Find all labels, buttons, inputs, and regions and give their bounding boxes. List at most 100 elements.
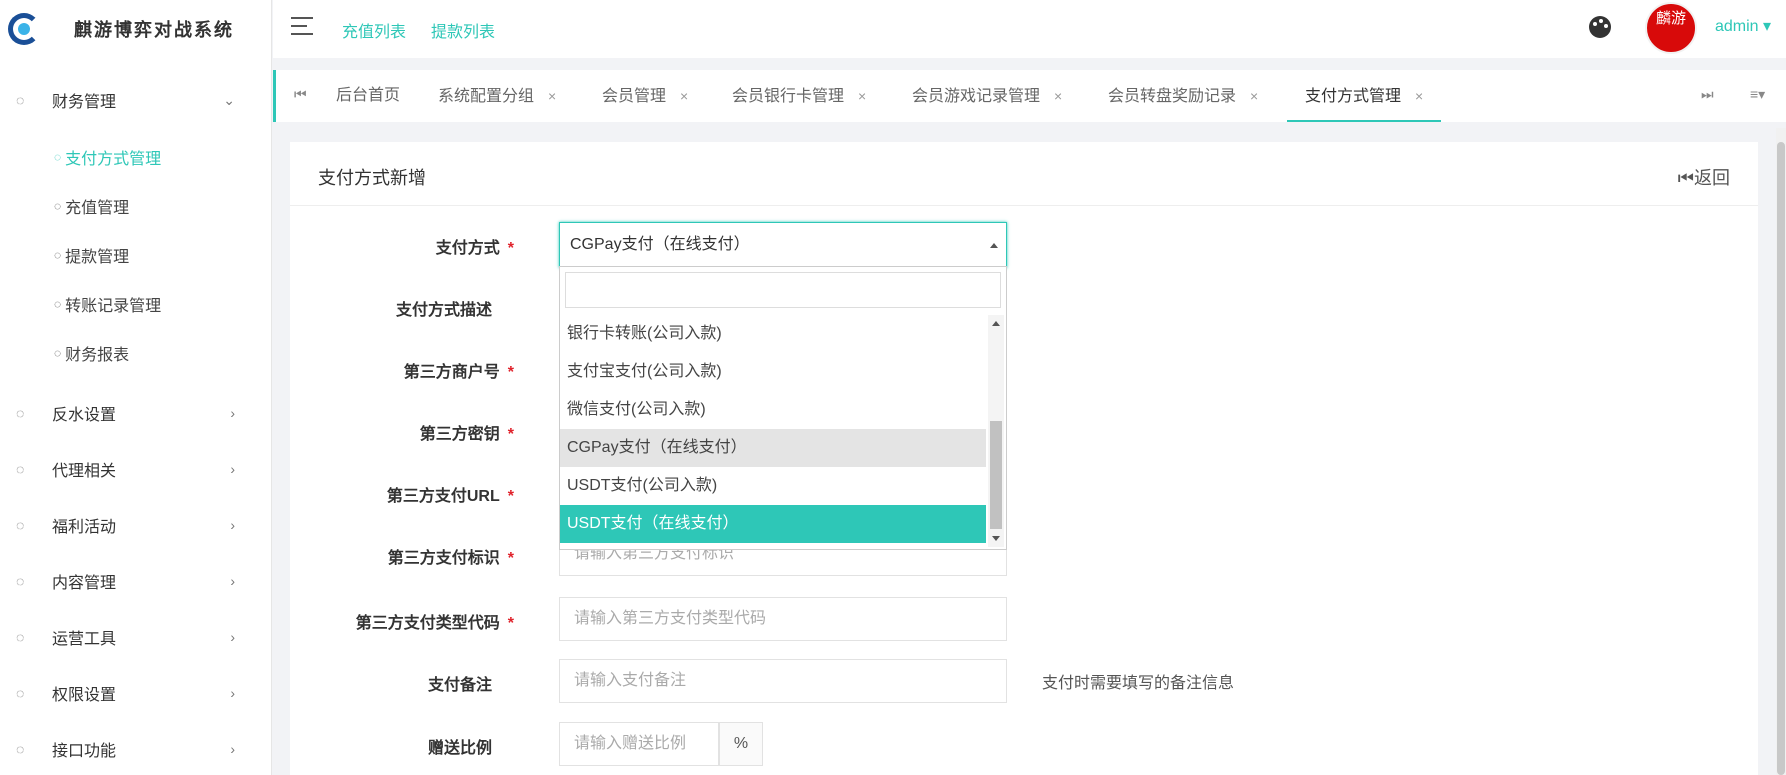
palette-icon[interactable] <box>1589 16 1611 38</box>
tabs-first-icon[interactable]: ⏮ <box>294 86 307 103</box>
form-row-pay-method: 支付方式 * CGPay支付（在线支付） <box>290 222 1758 268</box>
scroll-up-icon[interactable] <box>992 321 1000 326</box>
scrollbar-thumb[interactable] <box>990 421 1002 529</box>
sidebar-group-label: 权限设置 <box>52 687 117 704</box>
close-icon[interactable]: × <box>858 88 866 104</box>
tabs-menu-icon[interactable]: ≡▾ <box>1750 86 1765 103</box>
recharge-list-link[interactable]: 充值列表 <box>342 18 406 42</box>
form-row-pay-flag: 第三方支付标识 * 请输入第三方支付标识 <box>290 532 1758 576</box>
back-button[interactable]: ⏮返回 <box>1678 164 1730 190</box>
form-row-pay-url: 第三方支付URL * <box>290 470 1758 514</box>
tab-label: 会员游戏记录管理 <box>912 88 1041 105</box>
menu-icon: ◌ <box>16 573 25 589</box>
sidebar-group-api[interactable]: ◌ 接口功能 › <box>0 721 271 775</box>
scrollbar-thumb[interactable] <box>1777 142 1785 775</box>
field-label: 支付方式 * <box>435 240 514 257</box>
chevron-right-icon: › <box>230 405 235 421</box>
menu-icon: ◌ <box>16 685 25 701</box>
caret-up-icon <box>990 243 998 248</box>
pay-note-input[interactable]: 请输入支付备注 <box>559 659 1007 703</box>
chevron-down-icon: ⌄ <box>223 91 235 108</box>
chevron-right-icon: › <box>230 573 235 589</box>
sidebar-group-label: 接口功能 <box>52 743 117 760</box>
menu-icon: ◌ <box>16 517 25 533</box>
avatar[interactable]: 麟游 <box>1645 2 1697 54</box>
pay-method-select[interactable]: CGPay支付（在线支付） <box>559 222 1007 268</box>
tab-member-wheel-rewards[interactable]: 会员转盘奖励记录 × <box>1108 70 1258 122</box>
menu-icon: ◌ <box>16 461 25 477</box>
sidebar-item-label: 提款管理 <box>65 248 130 266</box>
pay-type-code-input[interactable]: 请输入第三方支付类型代码 <box>559 597 1007 641</box>
logo-area: 麒游博弈对战系统 <box>0 0 271 58</box>
field-label: 第三方支付标识 * <box>387 550 514 567</box>
field-label: 支付方式描述 <box>395 302 492 319</box>
chevron-right-icon: › <box>230 685 235 701</box>
dropdown-option-highlighted[interactable]: USDT支付（在线支付） <box>560 505 986 543</box>
user-menu[interactable]: admin ▾ <box>1715 16 1771 36</box>
field-label: 第三方密钥 * <box>419 426 514 443</box>
field-help-text: 支付时需要填写的备注信息 <box>1042 675 1235 692</box>
chevron-right-icon: › <box>230 629 235 645</box>
menu-toggle-icon[interactable] <box>291 17 313 35</box>
app-title: 麒游博弈对战系统 <box>74 20 234 40</box>
field-label: 第三方商户号 * <box>403 364 514 381</box>
logo-icon <box>8 13 40 45</box>
dropdown-option[interactable]: 支付宝支付(公司入款) <box>560 353 986 391</box>
sidebar-group-ops[interactable]: ◌ 运营工具 › <box>0 609 271 665</box>
tab-member-bankcards[interactable]: 会员银行卡管理 × <box>732 70 866 122</box>
sidebar-item-label: 转账记录管理 <box>65 297 162 315</box>
sidebar-item-payment-methods[interactable]: ◌ 支付方式管理 <box>0 132 271 181</box>
form-row-pay-desc: 支付方式描述 <box>290 284 1758 328</box>
pay-method-dropdown: 银行卡转账(公司入款) 支付宝支付(公司入款) 微信支付(公司入款) CGPay… <box>559 266 1007 550</box>
bonus-ratio-input[interactable]: 请输入赠送比例 <box>559 722 719 766</box>
sidebar-item-label: 充值管理 <box>65 199 130 217</box>
tabs-last-icon[interactable]: ⏭ <box>1701 86 1714 103</box>
menu-icon: ◌ <box>16 629 25 645</box>
sidebar-group-benefits[interactable]: ◌ 福利活动 › <box>0 497 271 553</box>
tab-member-game-records[interactable]: 会员游戏记录管理 × <box>912 70 1062 122</box>
tab-label: 会员转盘奖励记录 <box>1108 88 1237 105</box>
tab-payment-methods[interactable]: 支付方式管理 × <box>1287 70 1442 122</box>
dropdown-scrollbar[interactable] <box>988 315 1004 547</box>
close-icon[interactable]: × <box>1054 88 1062 104</box>
tab-label: 系统配置分组 <box>438 88 535 105</box>
tab-dashboard[interactable]: 后台首页 <box>336 70 400 122</box>
sidebar-group-content[interactable]: ◌ 内容管理 › <box>0 553 271 609</box>
menu-icon: ◌ <box>54 247 62 262</box>
scroll-down-icon[interactable] <box>992 536 1000 541</box>
sidebar-group-label: 代理相关 <box>52 463 117 480</box>
sidebar-item-recharge[interactable]: ◌ 充值管理 <box>0 181 271 230</box>
dropdown-option[interactable]: 银行卡转账(公司入款) <box>560 315 986 353</box>
field-label: 支付备注 <box>427 677 492 694</box>
finance-submenu: ◌ 支付方式管理 ◌ 充值管理 ◌ 提款管理 ◌ 转账记录管理 ◌ 财务报表 <box>0 128 271 385</box>
sidebar: 麒游博弈对战系统 ◌ 财务管理 ⌄ ◌ 支付方式管理 ◌ 充值管理 ◌ 提款管理 ◌ 转… <box>0 0 272 775</box>
sidebar-group-permissions[interactable]: ◌ 权限设置 › <box>0 665 271 721</box>
close-icon[interactable]: × <box>1415 88 1423 104</box>
close-icon[interactable]: × <box>548 88 556 104</box>
withdraw-list-link[interactable]: 提款列表 <box>431 18 495 42</box>
card-header: 支付方式新增 ⏮返回 <box>290 142 1758 206</box>
sidebar-group-label: 财务管理 <box>52 94 117 111</box>
sidebar-group-rebate[interactable]: ◌ 反水设置 › <box>0 385 271 441</box>
page-scrollbar[interactable] <box>1776 128 1786 775</box>
sidebar-item-finance-report[interactable]: ◌ 财务报表 <box>0 328 271 377</box>
tab-members[interactable]: 会员管理 × <box>602 70 688 122</box>
dropdown-option-selected[interactable]: CGPay支付（在线支付） <box>560 429 986 467</box>
sidebar-item-transfer-records[interactable]: ◌ 转账记录管理 <box>0 279 271 328</box>
dropdown-search-input[interactable] <box>565 272 1001 308</box>
sidebar-group-label: 反水设置 <box>52 407 117 424</box>
close-icon[interactable]: × <box>1250 88 1258 104</box>
tab-system-config[interactable]: 系统配置分组 × <box>438 70 556 122</box>
form-row-merchant-no: 第三方商户号 * <box>290 346 1758 390</box>
field-label: 赠送比例 <box>427 740 492 757</box>
sidebar-group-label: 运营工具 <box>52 631 117 648</box>
menu-icon: ◌ <box>16 92 25 108</box>
percent-addon: % <box>719 722 763 766</box>
sidebar-group-label: 内容管理 <box>52 575 117 592</box>
dropdown-option[interactable]: USDT支付(公司入款) <box>560 467 986 505</box>
close-icon[interactable]: × <box>680 88 688 104</box>
dropdown-option[interactable]: 微信支付(公司入款) <box>560 391 986 429</box>
sidebar-group-agent[interactable]: ◌ 代理相关 › <box>0 441 271 497</box>
sidebar-item-withdraw[interactable]: ◌ 提款管理 <box>0 230 271 279</box>
sidebar-group-finance[interactable]: ◌ 财务管理 ⌄ <box>0 72 271 128</box>
